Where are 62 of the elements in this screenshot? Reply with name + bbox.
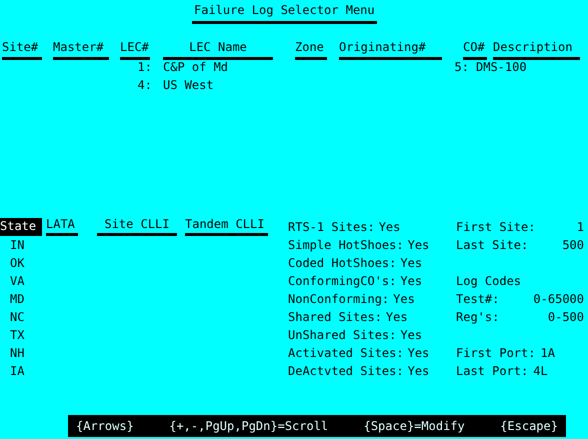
list-number: 1: (136, 59, 152, 76)
column-header[interactable]: Site CLLI (97, 218, 177, 236)
option-label: DeActvted Sites: (288, 363, 404, 380)
column-header: CO# (463, 40, 487, 60)
field-label: Last Site: (456, 237, 528, 254)
column-header: Description (493, 40, 580, 60)
column-header[interactable]: Tandem CLLI (185, 218, 268, 236)
state-code[interactable]: NH (0, 344, 42, 362)
field-label: Last Port: (456, 363, 528, 380)
option-label: Activated Sites: (288, 345, 404, 362)
section-heading: Log Codes (456, 273, 522, 290)
option-label: Coded HotShoes: (288, 255, 396, 272)
key-hint: {Escape} (500, 419, 558, 433)
field-value[interactable]: 4L (533, 362, 548, 380)
option-value[interactable]: Yes (378, 218, 400, 236)
field-value[interactable]: 1A (540, 344, 555, 362)
column-header: LEC# (120, 40, 150, 60)
key-hint: {+,-,PgUp,PgDn}=Scroll (169, 419, 328, 433)
key-hint: {Arrows} (76, 419, 134, 433)
field-value[interactable]: 500 (562, 236, 584, 254)
option-value[interactable]: Yes (400, 272, 422, 290)
menu-title: Failure Log Selector Menu (192, 3, 377, 24)
column-header: Originating# (339, 40, 442, 60)
list-number: 5: (454, 59, 469, 76)
option-value[interactable]: Yes (408, 236, 430, 254)
column-header: Zone (295, 40, 327, 60)
field-value[interactable]: 1 (576, 218, 584, 236)
option-label: Simple HotShoes: (288, 237, 404, 254)
lec-name[interactable]: C&P of Md (163, 58, 273, 76)
state-code[interactable]: IA (0, 362, 42, 380)
column-header[interactable]: LATA (46, 218, 78, 236)
column-header: LEC Name (163, 40, 273, 60)
co-description[interactable]: DMS-100 (476, 58, 563, 94)
option-value[interactable]: Yes (408, 362, 430, 380)
option-label: RTS-1 Sites: (288, 219, 375, 236)
option-value[interactable]: Yes (400, 254, 422, 272)
list-number: 4: (136, 77, 152, 94)
state-code[interactable]: TX (0, 326, 42, 344)
option-value[interactable]: Yes (400, 326, 422, 344)
key-hint: {Space}=Modify (364, 419, 465, 433)
state-code[interactable]: VA (0, 272, 42, 290)
field-label: First Site: (456, 219, 536, 236)
option-value[interactable]: Yes (408, 344, 430, 362)
state-code[interactable]: NC (0, 308, 42, 326)
lec-name[interactable]: US West (163, 76, 273, 94)
option-label: Shared Sites: (288, 309, 382, 326)
field-label: Test#: (456, 291, 500, 308)
state-code[interactable]: IN (0, 236, 42, 254)
option-label: ConformingCO's: (288, 273, 396, 290)
field-value[interactable]: 0-65000 (533, 290, 584, 308)
state-code[interactable]: MD (0, 290, 42, 308)
column-header: Master# (53, 40, 109, 60)
option-value[interactable]: Yes (393, 290, 415, 308)
option-label: NonConforming: (288, 291, 390, 308)
field-value[interactable]: 0-500 (548, 308, 584, 326)
column-header: Site# (2, 40, 42, 60)
column-header[interactable]: State (0, 218, 42, 236)
option-label: UnShared Sites: (288, 327, 396, 344)
field-label: Reg's: (456, 309, 500, 326)
state-code[interactable]: OK (0, 254, 42, 272)
field-label: First Port: (456, 345, 536, 362)
option-value[interactable]: Yes (386, 308, 408, 326)
